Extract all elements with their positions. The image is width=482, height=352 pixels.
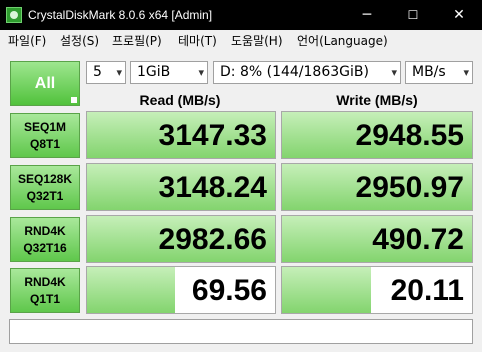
minimize-button[interactable]: ─ bbox=[344, 0, 390, 30]
read-result-cell: 69.56 bbox=[86, 266, 276, 314]
unit-select[interactable]: MB/s ▾ bbox=[405, 61, 473, 84]
menu-help[interactable]: 도움말(H) bbox=[231, 33, 283, 49]
menu-theme[interactable]: 테마(T) bbox=[178, 33, 217, 49]
title-bar: CrystalDiskMark 8.0.6 x64 [Admin] ─ ☐ ✕ bbox=[0, 0, 482, 30]
test-params: Q32T1 bbox=[26, 189, 64, 203]
read-bar bbox=[87, 267, 176, 313]
write-result-cell: 490.72 bbox=[281, 215, 473, 263]
read-result-cell: 2982.66 bbox=[86, 215, 276, 263]
drive-select[interactable]: D: 8% (144/1863GiB) ▾ bbox=[213, 61, 401, 84]
window-title: CrystalDiskMark 8.0.6 x64 [Admin] bbox=[28, 8, 213, 22]
read-header: Read (MB/s) bbox=[139, 92, 221, 108]
test-name: SEQ1M bbox=[23, 120, 66, 134]
chevron-down-icon: ▾ bbox=[391, 66, 397, 79]
drive-value: D: 8% (144/1863GiB) bbox=[220, 64, 369, 80]
read-value: 69.56 bbox=[191, 274, 267, 307]
app-icon bbox=[6, 7, 22, 23]
test-name: SEQ128K bbox=[17, 172, 73, 186]
write-result-cell: 2948.55 bbox=[281, 111, 473, 159]
all-button[interactable]: All bbox=[10, 61, 80, 106]
read-value: 3148.24 bbox=[158, 171, 267, 204]
comment-field[interactable] bbox=[9, 319, 473, 344]
write-value: 2950.97 bbox=[355, 171, 464, 204]
write-result-cell: 20.11 bbox=[281, 266, 473, 314]
test-button-seq1m-q8t1[interactable]: SEQ1M Q8T1 bbox=[10, 113, 80, 158]
read-result-cell: 3147.33 bbox=[86, 111, 276, 159]
close-button[interactable]: ✕ bbox=[436, 0, 482, 30]
chevron-down-icon: ▾ bbox=[463, 66, 469, 79]
menu-language[interactable]: 언어(Language) bbox=[297, 33, 388, 49]
read-value: 2982.66 bbox=[158, 223, 267, 256]
test-count-value: 5 bbox=[93, 64, 102, 80]
write-result-cell: 2950.97 bbox=[281, 163, 473, 211]
menu-settings[interactable]: 설정(S) bbox=[60, 33, 99, 49]
maximize-button[interactable]: ☐ bbox=[390, 0, 436, 30]
write-value: 20.11 bbox=[390, 274, 464, 307]
write-value: 490.72 bbox=[372, 223, 464, 256]
test-params: Q8T1 bbox=[29, 137, 60, 151]
menu-file[interactable]: 파일(F) bbox=[8, 33, 46, 49]
test-button-rnd4k-q1t1[interactable]: RND4K Q1T1 bbox=[10, 268, 80, 313]
test-button-rnd4k-q32t16[interactable]: RND4K Q32T16 bbox=[10, 217, 80, 262]
test-size-select[interactable]: 1GiB ▾ bbox=[130, 61, 208, 84]
unit-value: MB/s bbox=[412, 64, 446, 80]
chevron-down-icon: ▾ bbox=[198, 66, 204, 79]
test-params: Q32T16 bbox=[23, 241, 67, 255]
write-value: 2948.55 bbox=[355, 119, 464, 152]
write-bar bbox=[282, 267, 372, 313]
menu-profile[interactable]: 프로필(P) bbox=[112, 33, 162, 49]
chevron-down-icon: ▾ bbox=[116, 66, 122, 79]
test-name: RND4K bbox=[24, 224, 66, 238]
test-button-seq128k-q32t1[interactable]: SEQ128K Q32T1 bbox=[10, 165, 80, 210]
menu-bar: 파일(F) 설정(S) 프로필(P) 테마(T) 도움말(H) 언어(Langu… bbox=[0, 30, 482, 52]
test-name: RND4K bbox=[24, 275, 66, 289]
read-value: 3147.33 bbox=[158, 119, 267, 152]
read-result-cell: 3148.24 bbox=[86, 163, 276, 211]
test-count-select[interactable]: 5 ▾ bbox=[86, 61, 126, 84]
test-size-value: 1GiB bbox=[137, 64, 171, 80]
test-params: Q1T1 bbox=[29, 292, 60, 306]
write-header: Write (MB/s) bbox=[336, 92, 418, 108]
